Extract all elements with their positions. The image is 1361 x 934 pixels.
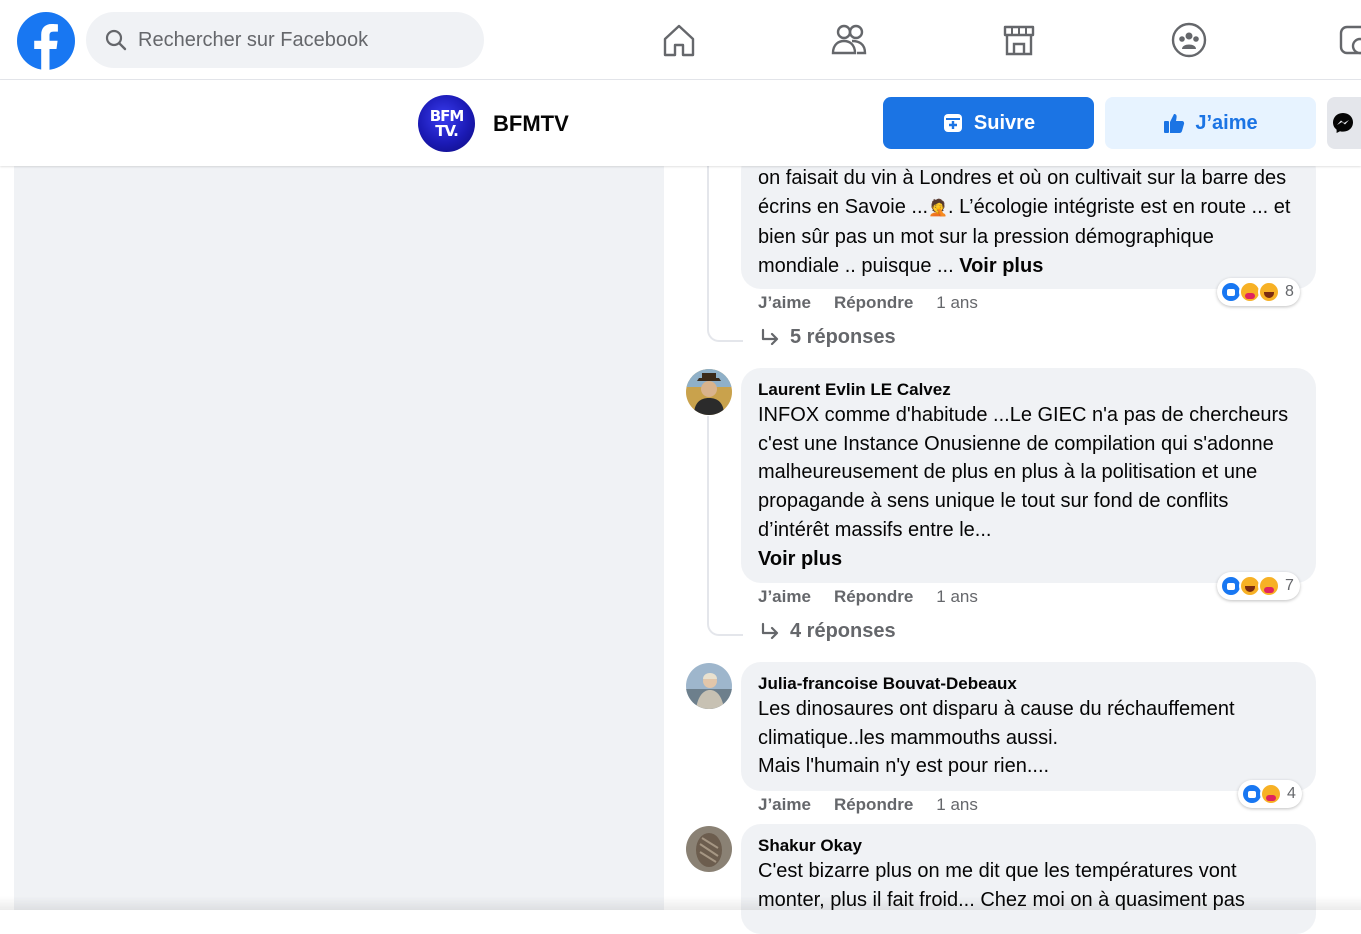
reaction-summary[interactable]: 4 [1238, 780, 1302, 808]
reply-arrow-icon [761, 328, 779, 345]
gaming-icon [1339, 25, 1361, 55]
comment-author[interactable]: Julia-francoise Bouvat-Debeaux [758, 673, 1300, 695]
home-tab[interactable] [659, 18, 699, 62]
reply-link[interactable]: Répondre [834, 293, 913, 313]
comment-timestamp[interactable]: 1 ans [936, 795, 978, 815]
replies-count: 4 réponses [790, 620, 896, 642]
user-avatar-image [686, 663, 732, 709]
gaming-tab[interactable] [1335, 18, 1361, 62]
like-page-label: J’aime [1195, 111, 1258, 134]
groups-tab[interactable] [1169, 18, 1209, 62]
care-reaction-icon [1260, 783, 1282, 805]
thread-connector [707, 326, 743, 342]
avatar[interactable] [686, 369, 732, 415]
like-comment-link[interactable]: J’aime [758, 587, 811, 607]
reply-link[interactable]: Répondre [834, 587, 913, 607]
message-button[interactable] [1327, 97, 1361, 149]
comment-text: Les dinosaures ont disparu à cause du ré… [758, 698, 1235, 778]
comment-bubble[interactable]: on faisait du vin à Londres et où on cul… [741, 150, 1316, 289]
top-navigation-bar: Rechercher sur Facebook [0, 0, 1361, 80]
reaction-count: 7 [1285, 577, 1294, 594]
friends-icon [831, 24, 867, 55]
see-more-link[interactable]: Voir plus [758, 548, 842, 570]
facebook-logo-icon[interactable] [17, 12, 75, 70]
thread-connector [707, 620, 743, 636]
comment-bubble[interactable]: Julia-francoise Bouvat-Debeaux Les dinos… [741, 662, 1316, 791]
like-page-button[interactable]: J’aime [1105, 97, 1316, 149]
search-placeholder: Rechercher sur Facebook [138, 28, 369, 51]
user-avatar-image [686, 369, 732, 415]
follow-button[interactable]: Suivre [883, 97, 1094, 149]
thread-line [707, 166, 709, 326]
left-panel [14, 166, 664, 910]
logo-text-bottom: TV. [435, 121, 459, 140]
comment-actions: J’aime Répondre 1 ans [758, 587, 978, 607]
like-comment-link[interactable]: J’aime [758, 293, 811, 313]
comment-text: on faisait du vin à Londres et où on cul… [758, 167, 1291, 278]
avatar[interactable] [686, 663, 732, 709]
thumbs-up-icon [1164, 114, 1185, 133]
groups-icon [1171, 22, 1207, 58]
comment-author[interactable]: Shakur Okay [758, 835, 1300, 857]
messenger-icon [1333, 113, 1353, 133]
view-replies-link[interactable]: 4 réponses [760, 620, 896, 643]
marketplace-icon [1003, 25, 1035, 56]
window-bottom-edge [0, 896, 1361, 910]
reaction-count: 4 [1287, 785, 1296, 802]
comment-bubble[interactable]: Shakur Okay C'est bizarre plus on me dit… [741, 824, 1316, 934]
care-reaction-icon [1258, 575, 1280, 597]
page-title[interactable]: BFMTV [493, 111, 569, 137]
search-input[interactable]: Rechercher sur Facebook [86, 12, 484, 68]
like-comment-link[interactable]: J’aime [758, 795, 811, 815]
avatar[interactable] [686, 826, 732, 872]
reply-link[interactable]: Répondre [834, 795, 913, 815]
home-icon [663, 24, 695, 57]
page-header: BFM TV. BFMTV Suivre J’aime [0, 80, 1361, 166]
comment-actions: J’aime Répondre 1 ans [758, 795, 978, 815]
marketplace-tab[interactable] [999, 18, 1039, 62]
comment-author[interactable]: Laurent Evlin LE Calvez [758, 379, 1300, 401]
facepalm-emoji-icon: 🤦 [928, 199, 949, 217]
comment-actions: J’aime Répondre 1 ans [758, 293, 978, 313]
user-avatar-image [686, 826, 732, 872]
comment-timestamp[interactable]: 1 ans [936, 293, 978, 313]
reaction-summary[interactable]: 7 [1217, 572, 1300, 600]
reply-arrow-icon [761, 622, 779, 639]
search-icon [105, 29, 127, 51]
comment-bubble[interactable]: Laurent Evlin LE Calvez INFOX comme d'ha… [741, 368, 1316, 583]
reaction-summary[interactable]: 8 [1217, 278, 1300, 306]
view-replies-link[interactable]: 5 réponses [760, 326, 896, 349]
friends-tab[interactable] [829, 18, 869, 62]
comment-text: INFOX comme d'habitude ...Le GIEC n'a pa… [758, 404, 1289, 570]
reaction-count: 8 [1285, 283, 1294, 300]
replies-count: 5 réponses [790, 326, 896, 348]
comment-timestamp[interactable]: 1 ans [936, 587, 978, 607]
page-avatar[interactable]: BFM TV. [418, 95, 475, 152]
see-more-link[interactable]: Voir plus [959, 255, 1043, 277]
follow-icon [943, 114, 962, 132]
thread-line [707, 416, 709, 620]
haha-reaction-icon [1258, 281, 1280, 303]
follow-label: Suivre [973, 111, 1036, 134]
